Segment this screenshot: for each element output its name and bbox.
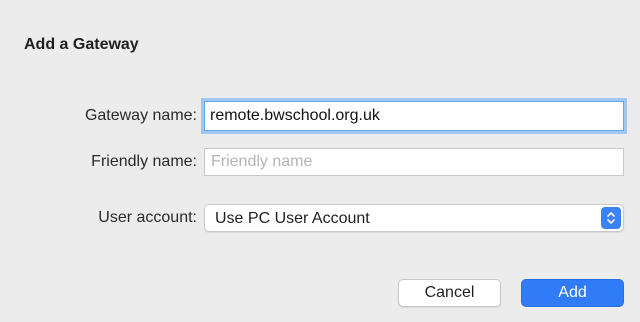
dialog-title: Add a Gateway [24, 36, 139, 53]
friendly-name-input[interactable] [204, 148, 624, 176]
user-account-label: User account: [98, 209, 197, 226]
add-button[interactable]: Add [521, 279, 624, 307]
friendly-name-label: Friendly name: [91, 153, 197, 170]
add-gateway-dialog: Add a Gateway Gateway name: Friendly nam… [0, 0, 640, 322]
gateway-name-input[interactable] [204, 101, 624, 131]
cancel-button[interactable]: Cancel [398, 279, 501, 307]
chevron-up-down-icon [601, 207, 621, 229]
user-account-select[interactable]: Use PC User Account [204, 204, 624, 232]
user-account-selected-value: Use PC User Account [215, 210, 370, 227]
gateway-name-label: Gateway name: [84, 107, 197, 124]
